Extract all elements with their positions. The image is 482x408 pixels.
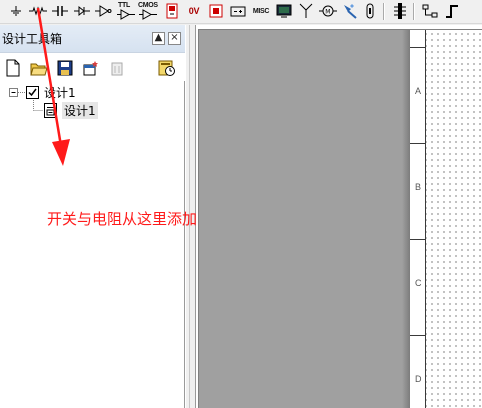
design-tree: 设计1 设计1 (0, 83, 185, 203)
cmos-chip-label: CMOS (138, 2, 158, 9)
open-folder-icon[interactable] (30, 59, 48, 77)
schematic-canvas[interactable]: A B C D (196, 25, 482, 408)
new-design-icon[interactable] (4, 59, 22, 77)
tree-child-sheet[interactable]: 设计1 (62, 102, 98, 119)
zone-tick (410, 335, 426, 336)
zone-tick (410, 47, 426, 48)
zone-label-b: B (415, 182, 422, 192)
ttl-chip-label: TTL (118, 2, 130, 9)
wizard-icon[interactable] (340, 2, 360, 20)
save-icon[interactable] (56, 59, 74, 77)
delete-icon[interactable] (108, 59, 126, 77)
capacitor-icon[interactable] (50, 2, 70, 20)
toolbar-separator (383, 3, 385, 20)
ground-symbol-icon[interactable] (6, 2, 26, 20)
display-icon[interactable] (274, 2, 294, 20)
antenna-icon[interactable] (296, 2, 316, 20)
close-button[interactable]: × (168, 32, 181, 45)
toolbox-title: 设计工具箱 (2, 32, 63, 46)
pin-button[interactable]: ▲ (152, 32, 165, 45)
zone-tick (410, 143, 426, 144)
zone-label-a: A (415, 86, 422, 96)
ttl-chip-icon[interactable]: TTL (116, 2, 136, 20)
motor-icon[interactable]: M (318, 2, 338, 20)
properties-icon[interactable] (158, 59, 176, 77)
indicator-icon[interactable] (206, 2, 226, 20)
cmos-chip-icon[interactable]: CMOS (138, 2, 158, 20)
step-signal-icon[interactable] (442, 2, 462, 20)
bus-icon[interactable] (390, 2, 410, 20)
buffer-gate-icon[interactable] (94, 2, 114, 20)
resistor-icon[interactable] (28, 2, 48, 20)
tree-root-design[interactable]: 设计1 (44, 84, 76, 101)
hierarchy-icon[interactable] (420, 2, 440, 20)
canvas-frame (198, 29, 482, 408)
meter-icon[interactable] (162, 2, 182, 20)
annotation-text: 开关与电阻从这里添加 (47, 210, 198, 228)
zone-tick (410, 239, 426, 240)
new-sheet-icon[interactable] (82, 59, 100, 77)
zone-label-c: C (415, 278, 422, 288)
diode-icon[interactable] (72, 2, 92, 20)
toolbox-icon-bar (0, 53, 185, 81)
battery-icon[interactable] (228, 2, 248, 20)
voltmeter-icon[interactable]: 0V (184, 2, 204, 20)
svg-text:M: M (325, 9, 330, 16)
component-toolbar: TTL CMOS 0V MISC M (0, 0, 482, 24)
toolbar-separator (413, 3, 415, 20)
fuse-icon[interactable] (360, 2, 380, 20)
misc-label: MISC (252, 7, 270, 15)
zone-label-d: D (415, 374, 422, 384)
toolbox-title-bar[interactable]: 设计工具箱 ▲ × (0, 25, 185, 53)
voltmeter-label: 0V (188, 6, 200, 16)
misc-icon[interactable]: MISC (250, 2, 272, 20)
